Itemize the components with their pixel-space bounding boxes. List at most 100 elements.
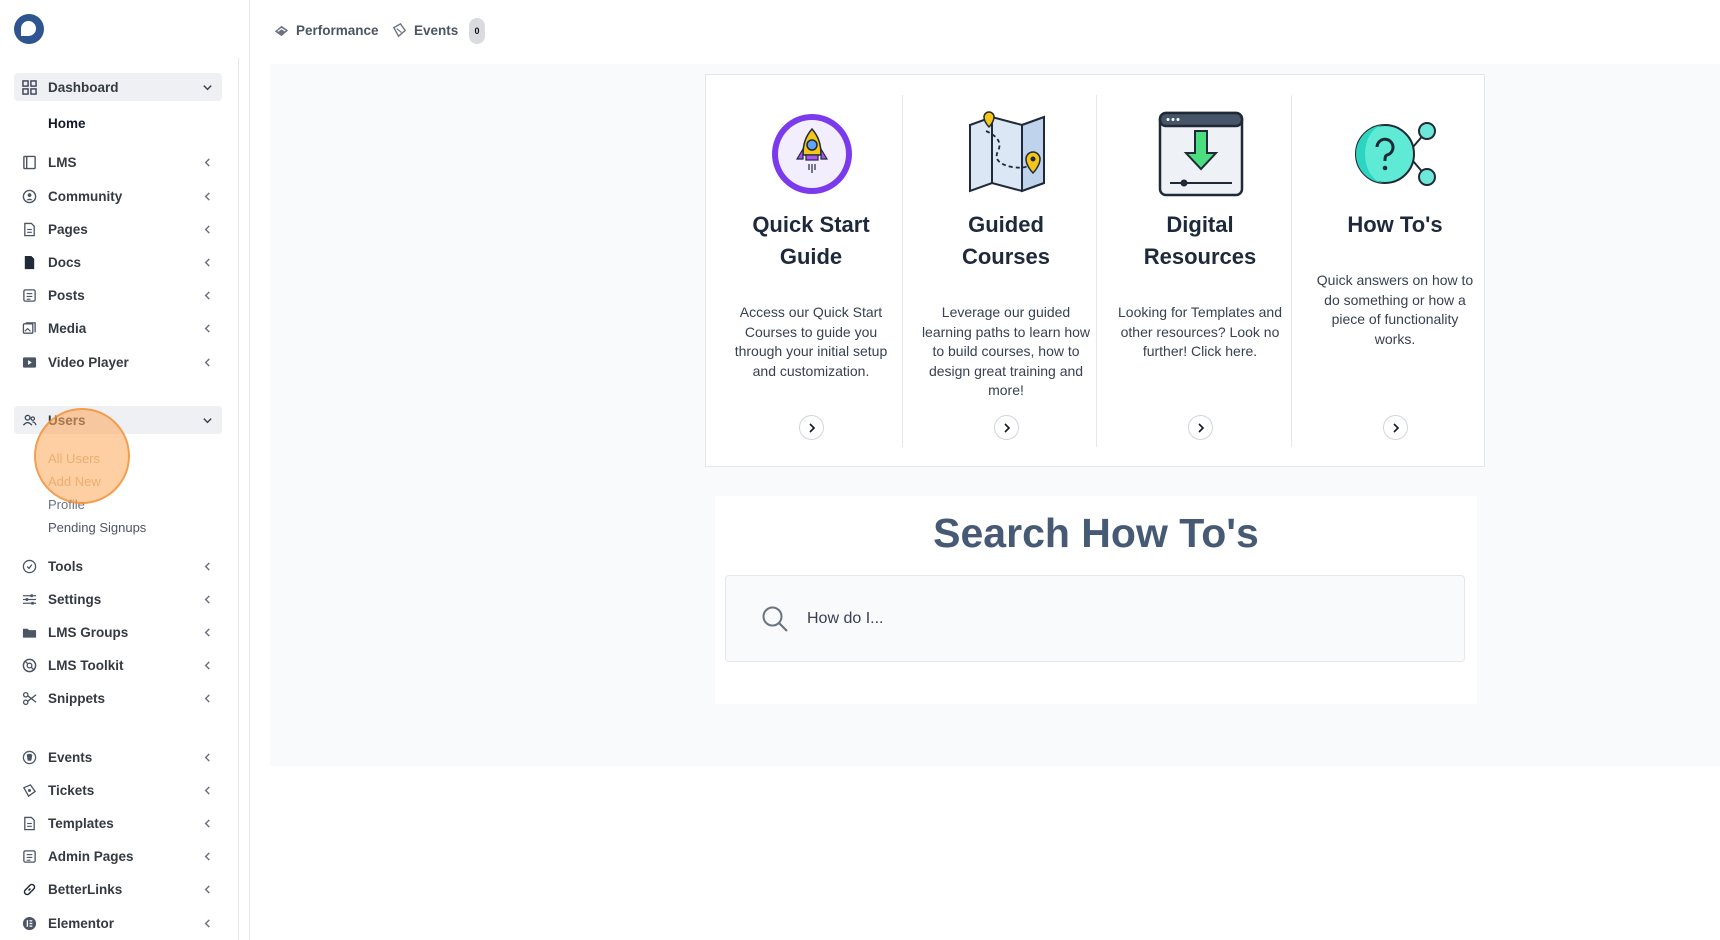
sidebar-subitem-pending-signups[interactable]: Pending Signups (48, 520, 146, 535)
card-title: Quick Start (752, 212, 870, 237)
sidebar-item-lms-toolkit[interactable]: LMS Toolkit (14, 651, 222, 679)
chevron-left-icon (200, 851, 214, 862)
sidebar-item-media[interactable]: Media (14, 314, 222, 342)
search-input[interactable] (807, 609, 1407, 628)
card-arrow-button[interactable] (1383, 415, 1408, 440)
admin-page-icon (21, 848, 37, 864)
ticket-icon (21, 782, 37, 798)
logo[interactable] (14, 14, 44, 44)
sidebar-item-label: LMS (48, 154, 77, 170)
sidebar-item-label: Users (48, 412, 86, 428)
chevron-left-icon (200, 290, 214, 301)
sidebar-item-label: Events (48, 749, 93, 765)
sidebar-item-admin-pages[interactable]: Admin Pages (14, 842, 222, 870)
chevron-left-icon (200, 785, 214, 796)
card-digital-resources: Digital Resources Looking for Templates … (1103, 95, 1297, 447)
search-box[interactable] (725, 575, 1465, 662)
chevron-right-icon (1003, 422, 1010, 433)
sidebar-item-templates[interactable]: Templates (14, 809, 222, 837)
sidebar-item-label: BetterLinks (48, 881, 123, 897)
sidebar-item-label: Community (48, 188, 123, 204)
search-title: Search How To's (933, 510, 1259, 556)
rocket-icon (772, 114, 852, 194)
sidebar-subitem-home[interactable]: Home (48, 116, 86, 131)
chevron-down-icon (200, 415, 214, 426)
page-icon (21, 221, 37, 237)
chevron-left-icon (200, 660, 214, 671)
sidebar-item-community[interactable]: Community (14, 182, 222, 210)
chevron-left-icon (200, 627, 214, 638)
sidebar-item-lms[interactable]: LMS (14, 148, 222, 176)
sidebar-item-label: Snippets (48, 690, 106, 706)
sidebar-item-betterlinks[interactable]: BetterLinks (14, 875, 222, 903)
sidebar-item-label: Settings (48, 591, 102, 607)
media-icon (21, 320, 37, 336)
sidebar-item-label: LMS Groups (48, 624, 129, 640)
card-how-tos: How To's Quick answers on how to do some… (1298, 95, 1492, 447)
download-icon (1158, 111, 1244, 197)
topbar-events-label: Events (414, 22, 459, 38)
topbar-performance-label: Performance (296, 22, 379, 38)
link-icon (21, 881, 37, 897)
card-guided-courses: Guided Courses Leverage our guided learn… (909, 95, 1103, 447)
sidebar-item-posts[interactable]: Posts (14, 281, 222, 309)
posts-icon (21, 287, 37, 303)
chevron-left-icon (200, 918, 214, 929)
sidebar-item-label: Pages (48, 221, 88, 237)
sidebar-item-lms-groups[interactable]: LMS Groups (14, 618, 222, 646)
card-arrow-button[interactable] (1188, 415, 1213, 440)
sidebar-item-dashboard[interactable]: Dashboard (14, 73, 222, 101)
sidebar-item-label: Dashboard (48, 79, 119, 95)
sidebar-item-settings[interactable]: Settings (14, 585, 222, 613)
sidebar-item-label: Posts (48, 287, 85, 303)
search-icon (762, 606, 788, 632)
chevron-left-icon (200, 224, 214, 235)
sidebar-item-label: Templates (48, 815, 114, 831)
sidebar-item-snippets[interactable]: Snippets (14, 684, 222, 712)
sidebar-subitem-profile[interactable]: Profile (48, 497, 85, 512)
sidebar-item-events[interactable]: Events (14, 743, 222, 771)
sidebar-item-label: Tools (48, 558, 83, 574)
chevron-left-icon (200, 357, 214, 368)
scissors-icon (21, 690, 37, 706)
sidebar-item-label: Media (48, 320, 87, 336)
sidebar-item-elementor[interactable]: Elementor (14, 909, 222, 937)
chevron-left-icon (200, 561, 214, 572)
docs-icon (21, 254, 37, 270)
community-icon (21, 188, 37, 204)
sliders-icon (21, 591, 37, 607)
sidebar-item-video-player[interactable]: Video Player (14, 348, 222, 376)
sidebar-item-tickets[interactable]: Tickets (14, 776, 222, 804)
video-icon (21, 354, 37, 370)
sidebar-item-label: Video Player (48, 354, 129, 370)
chevron-left-icon (200, 818, 214, 829)
sidebar-item-docs[interactable]: Docs (14, 248, 222, 276)
book-icon (21, 154, 37, 170)
chevron-left-icon (200, 323, 214, 334)
users-icon (21, 412, 37, 428)
sidebar-item-label: LMS Toolkit (48, 657, 124, 673)
sidebar-item-tools[interactable]: Tools (14, 552, 222, 580)
gauge-icon (272, 21, 290, 39)
card-title: Guided (968, 212, 1044, 237)
card-description: Access our Quick Start Courses to guide … (734, 304, 888, 379)
card-divider (1291, 95, 1292, 447)
topbar-performance[interactable]: Performance (272, 21, 379, 39)
topbar-events[interactable]: Events (390, 21, 458, 39)
card-arrow-button[interactable] (994, 415, 1019, 440)
chevron-right-icon (1197, 422, 1204, 433)
sidebar-item-pages[interactable]: Pages (14, 215, 222, 243)
chevron-left-icon (200, 191, 214, 202)
sidebar-item-label: Tickets (48, 782, 95, 798)
chevron-left-icon (200, 594, 214, 605)
card-title-line2: Guide (779, 244, 843, 269)
sidebar-subitem-all-users[interactable]: All Users (48, 451, 100, 466)
card-arrow-button[interactable] (799, 415, 824, 440)
sidebar-subitem-add-new[interactable]: Add New (48, 474, 101, 489)
sidebar-item-users[interactable]: Users (14, 406, 222, 434)
events-count-badge: 0 (469, 18, 485, 44)
card-title: How To's (1347, 212, 1443, 237)
ticket-icon (390, 21, 408, 39)
sidebar-scrollbar[interactable] (238, 58, 239, 940)
tools-icon (21, 558, 37, 574)
